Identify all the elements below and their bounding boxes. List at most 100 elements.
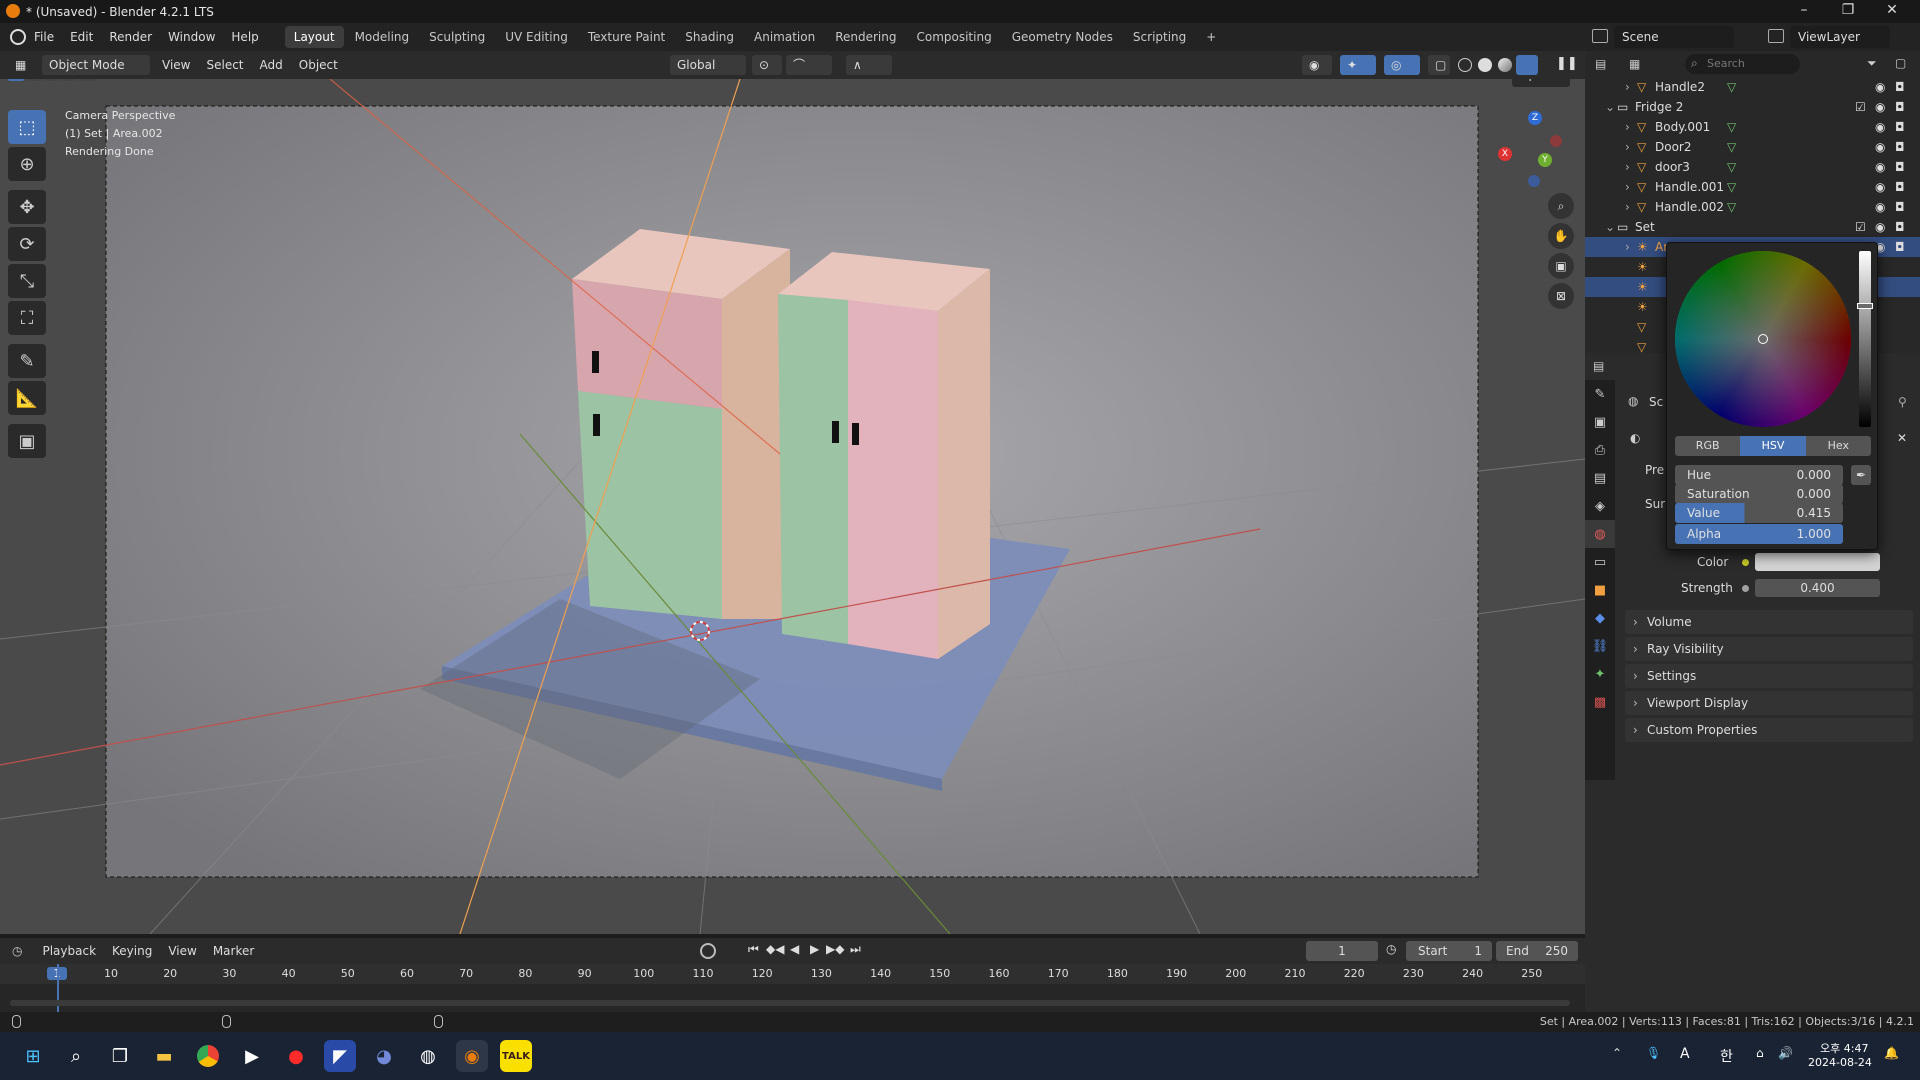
jump-start-icon[interactable]: ⏮ <box>748 942 759 957</box>
menu-help[interactable]: Help <box>223 23 266 51</box>
gizmo-y[interactable]: Y <box>1538 153 1552 167</box>
close-window-button[interactable]: ✕ <box>1870 0 1914 23</box>
object-tab-icon[interactable]: ■ <box>1585 576 1615 604</box>
tab-shading[interactable]: Shading <box>676 26 743 48</box>
preview-range-icon[interactable]: ◷ <box>1386 942 1396 956</box>
transform-tool-icon[interactable]: ⛶ <box>8 301 46 335</box>
collapse-chevron-icon[interactable]: › <box>1625 120 1630 134</box>
network-icon[interactable]: ⌂ <box>1756 1046 1764 1060</box>
select-subtract-icon[interactable] <box>44 79 60 81</box>
properties-panel-viewport-display[interactable]: Viewport Display <box>1625 691 1913 715</box>
exclude-checkbox-icon[interactable]: ☑ <box>1855 100 1866 114</box>
kakaotalk-icon[interactable]: TALK <box>500 1040 532 1072</box>
zoom-icon[interactable]: ⌕ <box>1548 193 1574 219</box>
view-layer-tab-icon[interactable]: ▤ <box>1585 464 1615 492</box>
preview-panel[interactable]: Pre <box>1645 463 1664 477</box>
transform-orientation-selector[interactable]: Global <box>670 55 746 75</box>
tab-layout[interactable]: Layout <box>284 26 344 48</box>
add-cube-tool-icon[interactable]: ▣ <box>8 424 46 458</box>
tool-tab-icon[interactable]: ✎ <box>1585 380 1615 408</box>
mode-selector[interactable]: Object Mode <box>42 55 150 75</box>
rendered-shading-icon[interactable] <box>1516 55 1538 75</box>
filter-icon[interactable]: ⏷ <box>1867 56 1877 71</box>
value-field[interactable]: Value 0.415 <box>1675 503 1843 523</box>
gizmo-z[interactable]: Z <box>1528 111 1542 125</box>
output-tab-icon[interactable]: ⎙ <box>1585 436 1615 464</box>
collapse-chevron-icon[interactable]: › <box>1625 240 1630 254</box>
volume-icon[interactable]: 🔊 <box>1778 1046 1793 1060</box>
notification-bell-icon[interactable]: 🔔 <box>1884 1046 1899 1060</box>
measure-tool-icon[interactable]: 📐 <box>8 381 46 415</box>
prev-keyframe-icon[interactable]: ◆◀ <box>766 942 784 956</box>
menu-keying[interactable]: Keying <box>104 937 160 965</box>
tab-uv-editing[interactable]: UV Editing <box>496 26 577 48</box>
surface-panel[interactable]: Sur <box>1645 497 1665 511</box>
value-slider-handle[interactable] <box>1857 303 1873 309</box>
outliner-row[interactable]: › ▽ door3 ▽ ◉ ◘ <box>1585 157 1920 177</box>
collection-tab-icon[interactable]: ▭ <box>1585 548 1615 576</box>
mode-hex-tab[interactable]: Hex <box>1805 436 1871 456</box>
camera-view-icon[interactable]: ▣ <box>1548 253 1574 279</box>
color-wheel-cursor[interactable] <box>1758 334 1768 344</box>
youtube-music-icon[interactable]: ● <box>280 1040 312 1072</box>
rotate-tool-icon[interactable]: ⟳ <box>8 227 46 261</box>
render-tab-icon[interactable]: ▣ <box>1585 408 1615 436</box>
search-taskbar-icon[interactable]: ⌕ <box>60 1040 92 1072</box>
properties-panel-volume[interactable]: Volume <box>1625 610 1913 634</box>
outliner-editor-icon[interactable]: ▤ <box>1595 57 1606 71</box>
select-invert-icon[interactable] <box>62 79 78 81</box>
collapse-chevron-icon[interactable]: › <box>1625 140 1630 154</box>
add-workspace-button[interactable]: + <box>1197 26 1225 48</box>
properties-panel-ray-visibility[interactable]: Ray Visibility <box>1625 637 1913 661</box>
render-camera-icon[interactable]: ◘ <box>1895 240 1905 254</box>
options-button[interactable]: Options <box>1512 79 1571 87</box>
render-camera-icon[interactable]: ◘ <box>1895 140 1905 154</box>
play-reverse-icon[interactable]: ◀ <box>790 942 799 956</box>
render-camera-icon[interactable]: ◘ <box>1895 160 1905 174</box>
render-camera-icon[interactable]: ◘ <box>1895 120 1905 134</box>
app-icon[interactable]: ◤ <box>324 1040 356 1072</box>
play-icon[interactable]: ▶ <box>810 942 819 956</box>
tab-animation[interactable]: Animation <box>745 26 824 48</box>
outliner-row[interactable]: › ▽ Handle.001 ▽ ◉ ◘ <box>1585 177 1920 197</box>
constraint-tab-icon[interactable]: ⛓ <box>1585 632 1615 660</box>
tab-rendering[interactable]: Rendering <box>826 26 905 48</box>
visibility-eye-icon[interactable]: ◉ <box>1875 200 1885 214</box>
collapse-chevron-icon[interactable]: › <box>1625 200 1630 214</box>
timeline-scrollbar[interactable] <box>10 1000 1570 1006</box>
menu-playback[interactable]: Playback <box>34 937 104 965</box>
tab-geometry-nodes[interactable]: Geometry Nodes <box>1003 26 1122 48</box>
display-mode-icon[interactable]: ▦ <box>1629 57 1640 71</box>
tab-compositing[interactable]: Compositing <box>907 26 1000 48</box>
visibility-eye-icon[interactable]: ◉ <box>1875 100 1885 114</box>
visibility-icon[interactable]: ◉ <box>1302 55 1332 75</box>
start-icon[interactable]: ⊞ <box>17 1040 49 1072</box>
outliner-row[interactable]: › ▽ Handle.002 ▽ ◉ ◘ <box>1585 197 1920 217</box>
task-view-icon[interactable]: ❐ <box>104 1040 136 1072</box>
gizmo-neg-z[interactable] <box>1528 175 1540 187</box>
file-explorer-icon[interactable]: ▬ <box>148 1040 180 1072</box>
tab-texture-paint[interactable]: Texture Paint <box>579 26 674 48</box>
end-frame-field[interactable]: End 250 <box>1496 941 1578 961</box>
alpha-field[interactable]: Alpha 1.000 <box>1675 524 1843 544</box>
ime-indicator[interactable]: A <box>1680 1046 1690 1062</box>
pan-hand-icon[interactable]: ✋ <box>1548 223 1574 249</box>
menu-timeline-view[interactable]: View <box>160 937 204 965</box>
properties-panel-custom-properties[interactable]: Custom Properties <box>1625 718 1913 742</box>
view-layer-selector[interactable]: ViewLayer <box>1790 26 1890 48</box>
outliner-row[interactable]: ⌄ ▭ Fridge 2 ☑ ◉ ◘ <box>1585 97 1920 117</box>
snap-icon[interactable]: ⌒ <box>786 55 832 75</box>
outliner-row[interactable]: › ▽ Handle2 ▽ ◉ ◘ <box>1585 77 1920 97</box>
move-tool-icon[interactable]: ✥ <box>8 190 46 224</box>
lock-view-icon[interactable]: ⊠ <box>1548 283 1574 309</box>
new-collection-icon[interactable]: ▢ <box>1895 56 1906 70</box>
material-shading-icon[interactable] <box>1498 58 1512 72</box>
cursor-tool-icon[interactable]: ⊕ <box>8 147 46 181</box>
xray-icon[interactable]: ▢ <box>1428 55 1450 75</box>
editor-type-button[interactable]: ▦ <box>8 55 38 75</box>
menu-select[interactable]: Select <box>198 51 251 79</box>
world-selector-icon[interactable]: ◐ <box>1630 431 1640 445</box>
timeline-editor-icon[interactable]: ◷ <box>12 944 22 958</box>
current-frame-field[interactable]: 1 <box>1306 941 1378 961</box>
render-camera-icon[interactable]: ◘ <box>1895 200 1905 214</box>
